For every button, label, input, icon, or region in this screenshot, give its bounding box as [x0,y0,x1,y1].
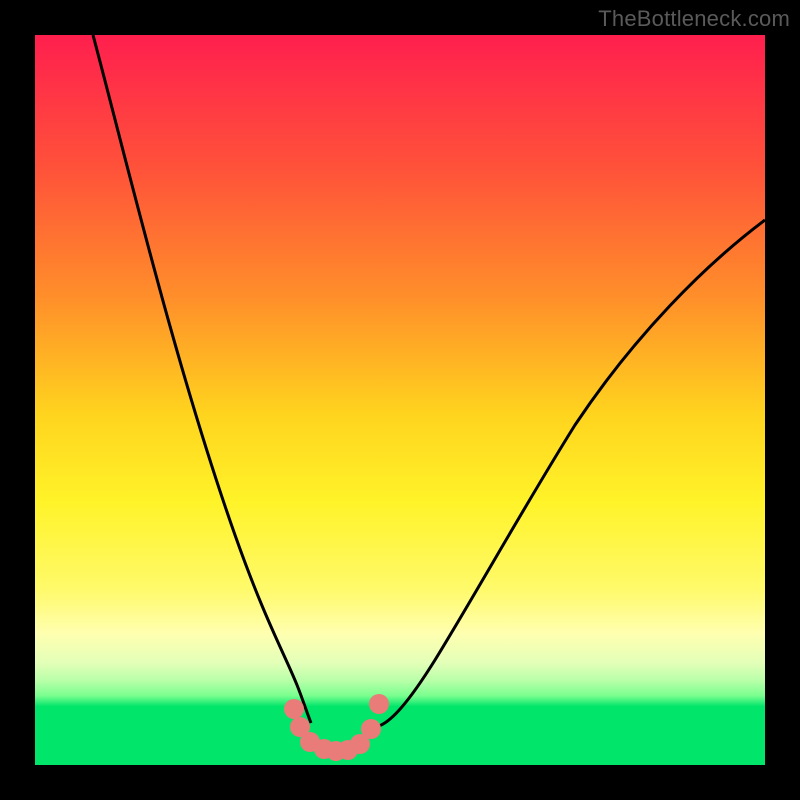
chart-plot-area [35,35,765,765]
chart-svg [35,35,765,765]
watermark-text: TheBottleneck.com [598,6,790,32]
marker-group [284,694,389,761]
left-curve [93,35,311,723]
data-marker [361,719,381,739]
data-marker [284,699,304,719]
data-marker [369,694,389,714]
right-curve [375,220,765,727]
chart-frame: TheBottleneck.com [0,0,800,800]
